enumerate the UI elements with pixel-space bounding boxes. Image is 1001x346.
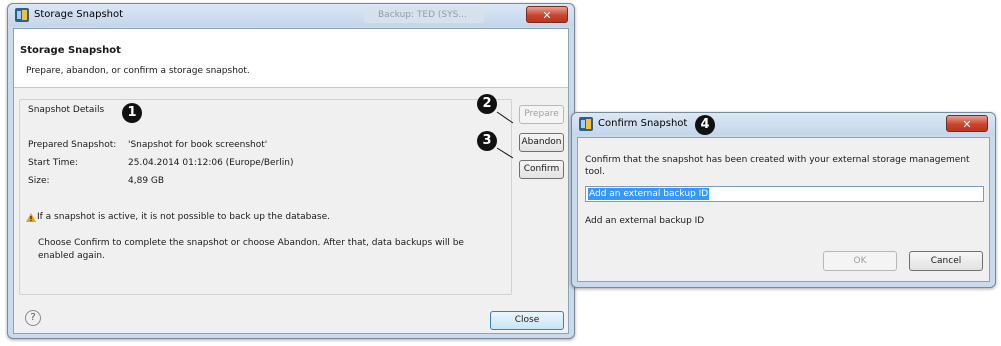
backup-id-input-value: Add an external backup ID: [588, 188, 710, 200]
cancel-button[interactable]: Cancel: [909, 251, 983, 271]
app-icon: [579, 117, 593, 131]
callout-3-connector: [496, 147, 514, 159]
callout-4: 4: [695, 115, 715, 135]
confirm-message-line1: Confirm that the snapshot has been creat…: [585, 155, 970, 165]
confirm-snapshot-window: Confirm Snapshot ✕ Confirm that the snap…: [571, 112, 996, 288]
callout-2: 2: [477, 94, 497, 114]
confirm-window-title: Confirm Snapshot: [598, 118, 688, 129]
callout-2-connector: [496, 111, 514, 124]
callout-3: 3: [477, 131, 497, 151]
backup-id-hint: Add an external backup ID: [585, 216, 705, 226]
confirm-client-area: Confirm that the snapshot has been creat…: [577, 137, 990, 282]
confirm-title-bar[interactable]: Confirm Snapshot ✕: [572, 113, 995, 135]
backup-id-input[interactable]: Add an external backup ID: [585, 186, 984, 202]
callout-1: 1: [122, 103, 142, 123]
ok-button[interactable]: OK: [823, 251, 897, 271]
confirm-message-line2: tool.: [585, 167, 605, 177]
close-icon: ✕: [962, 118, 972, 131]
confirm-close-window-button[interactable]: ✕: [946, 115, 988, 132]
